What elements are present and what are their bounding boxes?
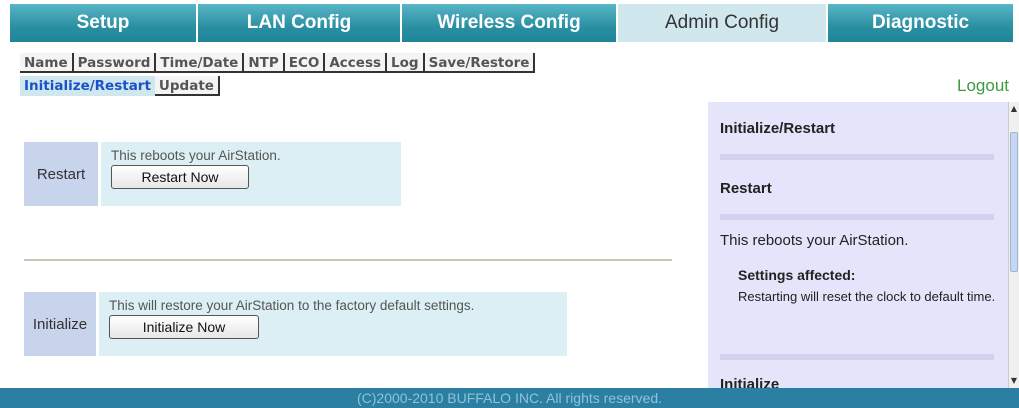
initialize-body: This will restore your AirStation to the… — [99, 292, 567, 356]
logout-link[interactable]: Logout — [957, 76, 1009, 96]
tab-lan-config[interactable]: LAN Config — [198, 4, 400, 42]
help-title: Initialize/Restart — [720, 120, 836, 137]
submenu-item-update[interactable]: Update — [154, 76, 220, 96]
restart-description: This reboots your AirStation. — [111, 148, 281, 163]
submenu-item-time-date[interactable]: Time/Date — [156, 53, 245, 73]
submenu-item-ntp[interactable]: NTP — [244, 53, 285, 73]
submenu-item-eco[interactable]: ECO — [284, 53, 326, 73]
scroll-down-arrow-icon[interactable]: ▼ — [1009, 374, 1019, 388]
tab-wireless-config[interactable]: Wireless Config — [402, 4, 616, 42]
initialize-description: This will restore your AirStation to the… — [109, 298, 475, 313]
submenu-row: Initialize/Restart Update — [20, 76, 220, 96]
submenu-item-password[interactable]: Password — [73, 53, 157, 73]
section-divider — [24, 259, 672, 261]
submenu-item-save-restore[interactable]: Save/Restore — [424, 53, 536, 73]
initialize-now-button[interactable]: Initialize Now — [109, 315, 259, 339]
restart-section: Restart This reboots your AirStation. Re… — [24, 142, 401, 206]
submenu-item-access[interactable]: Access — [325, 53, 388, 73]
tab-setup[interactable]: Setup — [10, 4, 196, 42]
submenu-row: Name Password Time/Date NTP ECO Access L… — [20, 53, 536, 73]
help-panel: Initialize/Restart Restart This reboots … — [708, 102, 1008, 388]
tab-diagnostic[interactable]: Diagnostic — [828, 4, 1013, 42]
help-settings-affected-heading: Settings affected: — [738, 267, 856, 283]
tab-admin-config[interactable]: Admin Config — [618, 4, 826, 42]
restart-now-button[interactable]: Restart Now — [111, 165, 249, 189]
submenu-item-name[interactable]: Name — [20, 53, 74, 73]
help-divider — [720, 214, 994, 220]
restart-label: Restart — [24, 142, 98, 206]
main-tab-bar: Setup LAN Config Wireless Config Admin C… — [0, 0, 1019, 50]
submenu-item-log[interactable]: Log — [387, 53, 425, 73]
help-divider — [720, 354, 994, 360]
help-initialize-heading: Initialize — [720, 376, 780, 388]
copyright-footer: (C)2000-2010 BUFFALO INC. All rights res… — [0, 388, 1019, 408]
initialize-label: Initialize — [24, 292, 96, 356]
help-scrollbar[interactable]: ▲ ▼ — [1008, 102, 1019, 388]
initialize-section: Initialize This will restore your AirSta… — [24, 292, 567, 356]
scroll-up-arrow-icon[interactable]: ▲ — [1009, 102, 1019, 116]
help-restart-heading: Restart — [720, 180, 772, 197]
restart-body: This reboots your AirStation. Restart No… — [101, 142, 401, 206]
submenu-item-initialize-restart[interactable]: Initialize/Restart — [20, 76, 155, 96]
scrollbar-thumb[interactable] — [1010, 132, 1018, 272]
help-settings-affected-text: Restarting will reset the clock to defau… — [738, 289, 996, 304]
help-restart-text: This reboots your AirStation. — [720, 232, 909, 249]
help-divider — [720, 154, 994, 160]
